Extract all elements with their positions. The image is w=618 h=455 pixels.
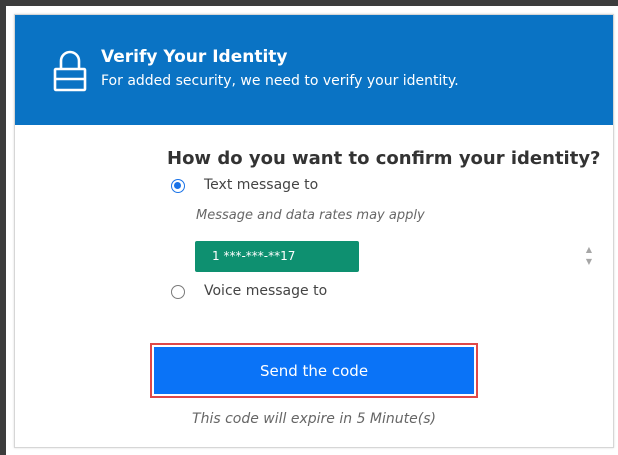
code-expiry-text: This code will expire in 5 Minute(s) [192,411,436,427]
text-message-radio[interactable] [171,179,185,193]
window-edge-left [0,0,6,455]
header-title: Verify Your Identity [101,47,288,67]
data-rates-note: Message and data rates may apply [196,208,425,223]
confirm-identity-question: How do you want to confirm your identity… [167,148,601,169]
text-message-label[interactable]: Text message to [204,177,318,193]
window-edge-top [0,0,618,6]
caret-down-icon[interactable]: ▼ [583,256,595,268]
send-code-button[interactable]: Send the code [154,347,474,394]
phone-number-option[interactable]: 1 ***-***-**17 [195,241,359,272]
header-banner: Verify Your Identity For added security,… [15,15,613,125]
verify-identity-card: Verify Your Identity For added security,… [14,14,614,448]
header-subtitle: For added security, we need to verify yo… [101,73,459,89]
voice-message-label[interactable]: Voice message to [204,283,327,299]
lock-icon [53,50,87,92]
voice-message-radio[interactable] [171,285,185,299]
caret-up-icon[interactable]: ▲ [583,244,595,256]
screen-frame: Verify Your Identity For added security,… [0,0,618,455]
phone-list-stepper[interactable]: ▲ ▼ [583,244,595,268]
